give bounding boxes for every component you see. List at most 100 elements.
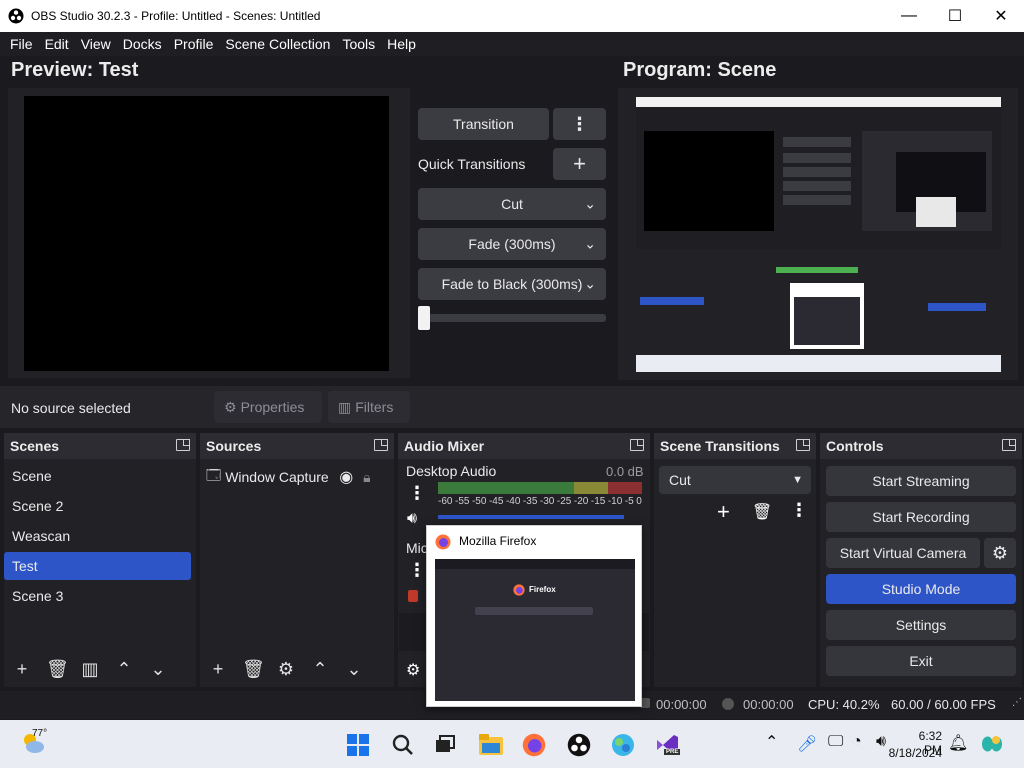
- menu-tools[interactable]: Tools: [336, 36, 381, 52]
- meter-tick: 0: [636, 496, 642, 507]
- menu-view[interactable]: View: [75, 36, 117, 52]
- quick-transition-cut[interactable]: Cut ⌄: [418, 188, 606, 220]
- arrow-down-icon[interactable]: ⌄: [148, 659, 168, 680]
- desktop-audio-volume-slider[interactable]: [438, 515, 624, 519]
- file-explorer-icon[interactable]: [478, 732, 504, 758]
- menu-help[interactable]: Help: [381, 36, 422, 52]
- resize-grip-icon[interactable]: ⋰: [1012, 697, 1022, 708]
- undock-icon[interactable]: [176, 439, 190, 451]
- fps-readout: 60.00 / 60.00 FPS: [891, 697, 996, 712]
- desktop-audio-db: 0.0 dB: [606, 464, 644, 479]
- gear-icon[interactable]: ⚙: [406, 660, 420, 680]
- tbar-slider-track[interactable]: [418, 314, 606, 322]
- properties-label: Properties: [240, 399, 305, 415]
- volume-icon[interactable]: 🔊︎: [876, 733, 886, 751]
- search-icon[interactable]: [390, 732, 416, 758]
- exit-button[interactable]: Exit: [826, 646, 1016, 676]
- studio-mode-button[interactable]: Studio Mode: [826, 574, 1016, 604]
- lock-icon[interactable]: 🔒︎: [363, 469, 370, 486]
- record-time: 00:00:00: [743, 697, 794, 712]
- fade-label: Fade (300ms): [468, 236, 556, 252]
- wifi-icon[interactable]: ◔: [852, 733, 862, 751]
- transition-select[interactable]: Cut ▼: [659, 466, 811, 494]
- virtual-camera-settings-button[interactable]: ⚙: [984, 538, 1016, 568]
- scene-item[interactable]: Scene 2: [4, 492, 191, 520]
- trash-icon[interactable]: 🗑︎: [46, 659, 69, 680]
- minimize-button[interactable]: —: [886, 0, 932, 32]
- more-vertical-icon[interactable]: ⋮: [408, 560, 426, 581]
- more-vertical-icon[interactable]: ⋮: [408, 483, 426, 504]
- title-bar: OBS Studio 30.2.3 - Profile: Untitled - …: [0, 0, 1024, 32]
- microphone-icon[interactable]: 🎤︎: [797, 734, 817, 754]
- scene-item[interactable]: Weascan: [4, 522, 191, 550]
- chevron-up-icon[interactable]: ⌃: [765, 732, 778, 752]
- trash-icon[interactable]: 🗑︎: [752, 502, 772, 522]
- properties-button[interactable]: ⚙ Properties: [214, 391, 322, 423]
- firefox-search-box: [475, 607, 593, 615]
- arrow-down-icon[interactable]: ⌄: [344, 659, 364, 680]
- start-virtual-camera-button[interactable]: Start Virtual Camera: [826, 538, 980, 568]
- transition-menu-button[interactable]: ⋮: [553, 108, 606, 140]
- menu-scene-collection[interactable]: Scene Collection: [219, 36, 336, 52]
- stream-time: 00:00:00: [656, 697, 707, 712]
- start-icon[interactable]: [345, 732, 371, 758]
- undock-icon[interactable]: [630, 439, 644, 451]
- undock-icon[interactable]: [796, 439, 810, 451]
- program-nested-obs-thumbnail: [636, 97, 1001, 372]
- display-icon[interactable]: 🖵︎: [828, 733, 843, 751]
- transition-button[interactable]: Transition: [418, 108, 549, 140]
- copilot-icon[interactable]: [980, 732, 1004, 756]
- scene-item[interactable]: Scene: [4, 462, 191, 490]
- arrow-up-icon[interactable]: ⌃: [114, 659, 134, 680]
- undock-icon[interactable]: [1002, 439, 1016, 451]
- mic-muted-icon[interactable]: [408, 590, 418, 602]
- eye-icon[interactable]: ◉: [339, 467, 353, 487]
- filter-icon[interactable]: ▥: [80, 659, 100, 680]
- obs-taskbar-icon[interactable]: [566, 732, 592, 758]
- add-source-icon[interactable]: +: [208, 659, 228, 680]
- sources-toolbar: + 🗑︎ ⚙ ⌃ ⌄: [200, 651, 394, 687]
- preview-title: Preview: Test: [11, 59, 139, 81]
- preview-canvas[interactable]: [24, 96, 389, 371]
- quick-transition-fade[interactable]: Fade (300ms) ⌄: [418, 228, 606, 260]
- clock-date[interactable]: 8/18/2024: [886, 746, 942, 760]
- add-scene-icon[interactable]: +: [12, 659, 32, 680]
- menu-edit[interactable]: Edit: [39, 36, 75, 52]
- menu-docks[interactable]: Docks: [117, 36, 168, 52]
- scene-item[interactable]: Scene 3: [4, 582, 191, 610]
- add-transition-icon[interactable]: +: [717, 499, 730, 525]
- gear-icon: ⚙: [224, 398, 237, 415]
- task-view-icon[interactable]: [432, 732, 458, 758]
- scene-item-selected[interactable]: Test: [4, 552, 191, 580]
- record-status-icon: [722, 698, 734, 710]
- menu-profile[interactable]: Profile: [168, 36, 220, 52]
- firefox-taskbar-icon[interactable]: [521, 732, 547, 758]
- start-recording-button[interactable]: Start Recording: [826, 502, 1016, 532]
- program-canvas[interactable]: [636, 97, 1001, 372]
- settings-button[interactable]: Settings: [826, 610, 1016, 640]
- filters-button[interactable]: ▥ Filters: [328, 391, 410, 423]
- meter-tick: -15: [590, 496, 606, 507]
- notification-bell-icon[interactable]: 🔔︎: [948, 733, 968, 753]
- close-button[interactable]: ✕: [978, 0, 1024, 32]
- add-quick-transition-button[interactable]: +: [553, 148, 606, 180]
- gear-icon[interactable]: ⚙: [276, 659, 296, 680]
- arrow-up-icon[interactable]: ⌃: [310, 659, 330, 680]
- plus-icon: +: [573, 151, 586, 176]
- app-icon[interactable]: [610, 732, 636, 758]
- firefox-taskbar-preview[interactable]: Mozilla Firefox Firefox: [426, 525, 642, 707]
- menu-file[interactable]: File: [4, 36, 39, 52]
- start-streaming-button[interactable]: Start Streaming: [826, 466, 1016, 496]
- quick-transition-fade-black[interactable]: Fade to Black (300ms) ⌄: [418, 268, 606, 300]
- trash-icon[interactable]: 🗑︎: [242, 659, 265, 680]
- meter-tick: -25: [556, 496, 572, 507]
- tbar-slider-handle[interactable]: [418, 306, 430, 330]
- undock-icon[interactable]: [374, 439, 388, 451]
- more-vertical-icon[interactable]: ⋮: [790, 500, 808, 521]
- more-vertical-icon: ⋮: [570, 113, 589, 134]
- audio-mixer-title: Audio Mixer: [404, 438, 485, 454]
- speaker-icon[interactable]: 🔊︎: [407, 510, 417, 528]
- source-item[interactable]: 🗔︎ Window Capture 2 ◉ 🔒︎: [206, 464, 392, 490]
- meter-tick: -20: [573, 496, 589, 507]
- maximize-button[interactable]: ☐: [932, 0, 978, 32]
